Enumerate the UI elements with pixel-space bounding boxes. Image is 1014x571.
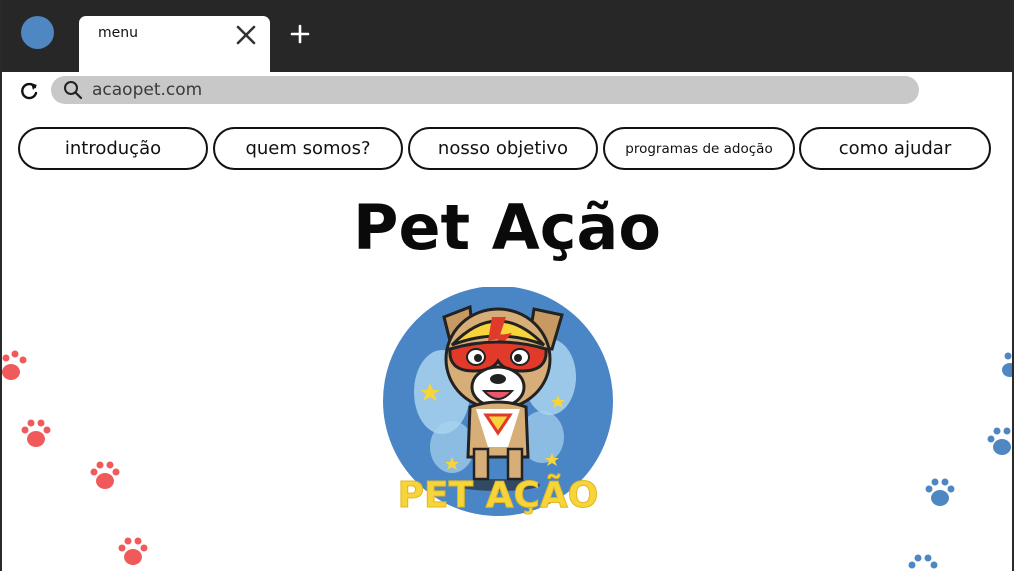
close-icon[interactable] — [235, 24, 257, 46]
paw-print-icon — [90, 461, 120, 489]
nav-programas-de-adocao-button[interactable]: programas de adoção — [603, 127, 795, 170]
paw-print-icon — [925, 478, 955, 506]
profile-avatar-icon[interactable] — [21, 16, 54, 49]
browser-titlebar: menu — [0, 0, 1014, 72]
paw-print-icon — [118, 537, 148, 565]
logo-text: PET AÇÃO — [398, 474, 599, 516]
paw-print-icon — [908, 554, 938, 569]
tab-title: menu — [98, 25, 138, 41]
nav-como-ajudar-button[interactable]: como ajudar — [799, 127, 991, 170]
search-icon — [64, 81, 83, 100]
nav-quem-somos-button[interactable]: quem somos? — [213, 127, 403, 170]
paw-print-icon — [21, 419, 51, 447]
address-url: acaopet.com — [92, 80, 203, 100]
window-border-left — [0, 0, 2, 571]
reload-icon[interactable] — [18, 80, 40, 102]
address-bar[interactable]: acaopet.com — [51, 76, 919, 104]
site-navigation: introdução quem somos? nosso objetivo pr… — [18, 127, 992, 173]
paw-print-icon — [2, 350, 27, 380]
superhero-dog-logo: PET AÇÃO — [383, 287, 613, 517]
paw-print-icon — [1002, 352, 1012, 377]
browser-tab[interactable]: menu — [79, 16, 270, 72]
plus-icon[interactable] — [289, 23, 311, 45]
page-title: Pet Ação — [353, 191, 661, 264]
paw-print-icon — [987, 427, 1011, 455]
nav-nosso-objetivo-button[interactable]: nosso objetivo — [408, 127, 598, 170]
nav-introducao-button[interactable]: introdução — [18, 127, 208, 170]
